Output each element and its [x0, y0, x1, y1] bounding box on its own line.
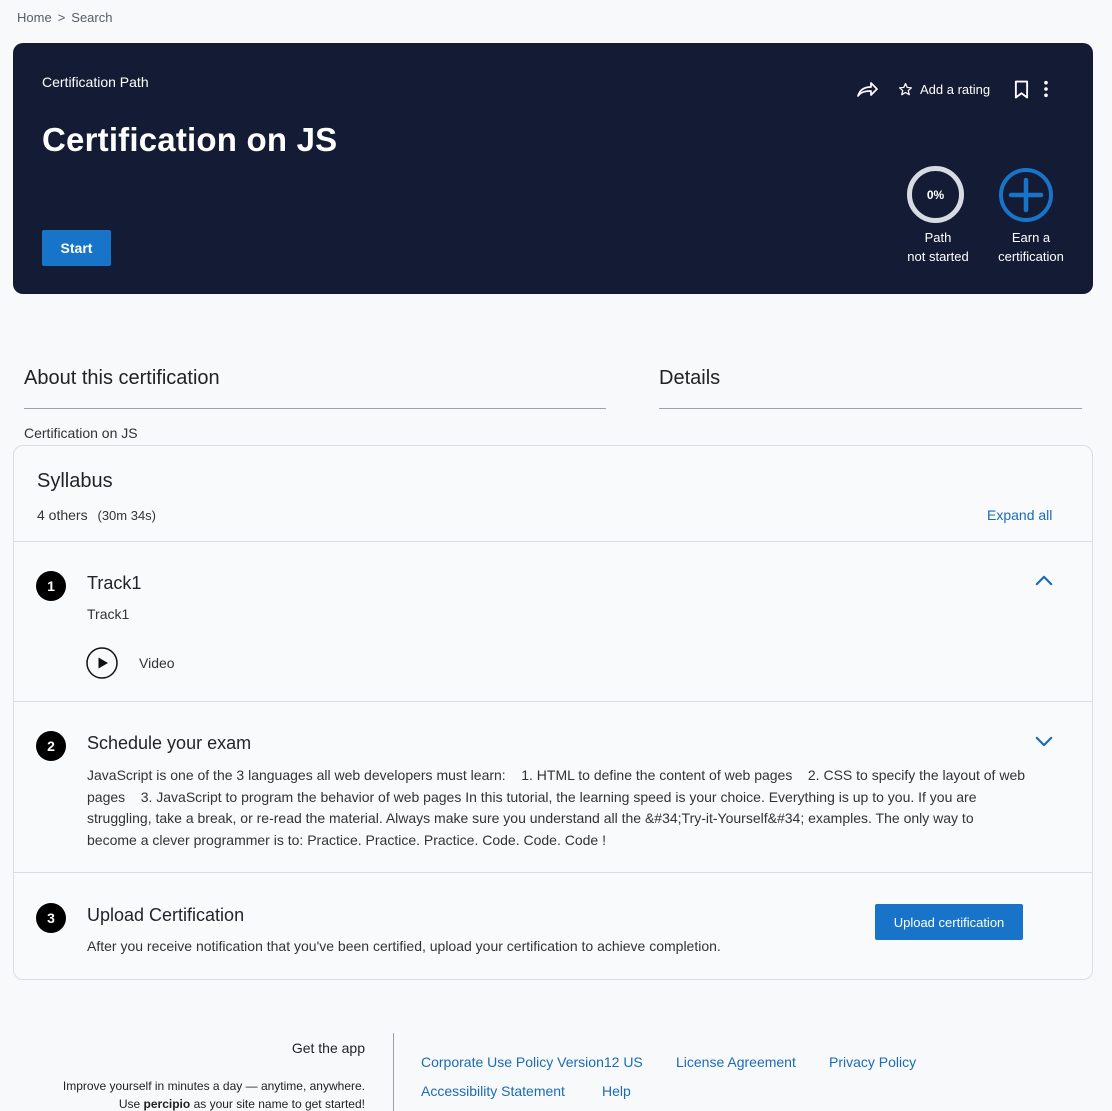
star-icon: [898, 82, 913, 95]
progress-ring: 0%: [907, 166, 964, 223]
syllabus-meta: 4 others (30m 34s): [37, 507, 156, 523]
footer-app-line2: Use percipio as your site name to get st…: [30, 1095, 365, 1111]
step-number-2: 2: [36, 731, 66, 761]
about-text: Certification on JS: [24, 425, 138, 441]
add-rating-button[interactable]: Add a rating: [898, 82, 990, 97]
breadcrumb-separator: >: [57, 10, 66, 25]
step-subtitle-1: Track1: [87, 606, 130, 622]
footer-link-license-agreement[interactable]: License Agreement: [676, 1054, 796, 1070]
chevron-up-icon[interactable]: [1035, 575, 1053, 586]
step-number-3: 3: [36, 903, 66, 933]
start-button[interactable]: Start: [42, 230, 111, 266]
about-heading: About this certification: [24, 367, 220, 389]
footer-link-help[interactable]: Help: [602, 1083, 631, 1099]
breadcrumb-home[interactable]: Home: [17, 10, 52, 25]
footer-app-line1: Improve yourself in minutes a day — anyt…: [62, 1079, 365, 1093]
step-number-1: 1: [36, 571, 66, 601]
syllabus-title: Syllabus: [37, 470, 113, 492]
path-status: Path not started: [893, 228, 983, 266]
footer-app-description: Improve yourself in minutes a day — anyt…: [30, 1077, 365, 1111]
bookmark-icon[interactable]: [1014, 80, 1029, 99]
add-rating-label: Add a rating: [920, 81, 991, 97]
divider: [14, 872, 1092, 873]
syllabus-duration: (30m 34s): [97, 508, 157, 523]
step-description-2: JavaScript is one of the 3 languages all…: [87, 767, 1029, 848]
syllabus-count: 4 others: [37, 507, 88, 523]
earn-certification-label[interactable]: Earn a certification: [983, 228, 1079, 266]
step-title-1[interactable]: Track1: [87, 573, 141, 594]
footer-link-accessibility-statement[interactable]: Accessibility Statement: [421, 1083, 565, 1099]
breadcrumb: Home > Search: [17, 10, 112, 25]
details-divider: [659, 408, 1082, 409]
share-icon[interactable]: [855, 77, 879, 101]
footer-app-title: Get the app: [291, 1040, 365, 1056]
footer-divider: [393, 1033, 394, 1111]
footer-link-privacy-policy[interactable]: Privacy Policy: [829, 1054, 916, 1070]
path-status-line1: Path: [924, 230, 952, 245]
syllabus-card: Syllabus 4 others (30m 34s) Expand all 1…: [13, 445, 1093, 980]
footer-app-line2-post: as your site name to get started!: [190, 1097, 365, 1111]
earn-certification-icon[interactable]: [998, 167, 1054, 223]
expand-all-link[interactable]: Expand all: [987, 507, 1052, 523]
more-options-icon[interactable]: [1043, 80, 1049, 98]
progress-value: 0%: [926, 187, 945, 202]
step-title-3: Upload Certification: [87, 905, 245, 925]
breadcrumb-current: Search: [71, 10, 113, 25]
about-divider: [24, 408, 606, 409]
step-title-2[interactable]: Schedule your exam: [87, 733, 251, 754]
earn-line1: Earn a: [1011, 230, 1051, 245]
details-heading: Details: [659, 367, 721, 389]
footer-link-corporate-use-policy[interactable]: Corporate Use Policy Version12 US: [421, 1054, 643, 1070]
chevron-down-icon[interactable]: [1035, 736, 1053, 747]
hero-actions: Add a rating: [855, 77, 1049, 101]
hero-kicker: Certification Path: [42, 74, 149, 90]
page-title: Certification on JS: [42, 121, 338, 158]
earn-line2: certification: [998, 249, 1064, 264]
path-status-line2: not started: [907, 249, 969, 264]
footer-app-line2-pre: Use: [118, 1097, 144, 1111]
divider: [14, 541, 1092, 542]
hero-banner: Certification Path Certification on JS S…: [13, 43, 1093, 294]
video-item-label[interactable]: Video: [139, 655, 175, 671]
play-icon[interactable]: [86, 647, 118, 679]
step-description-3: After you receive notification that you'…: [87, 938, 721, 954]
footer-brand-name: percipio: [143, 1097, 191, 1111]
upload-certification-button[interactable]: Upload certification: [875, 904, 1023, 940]
divider: [14, 701, 1092, 702]
